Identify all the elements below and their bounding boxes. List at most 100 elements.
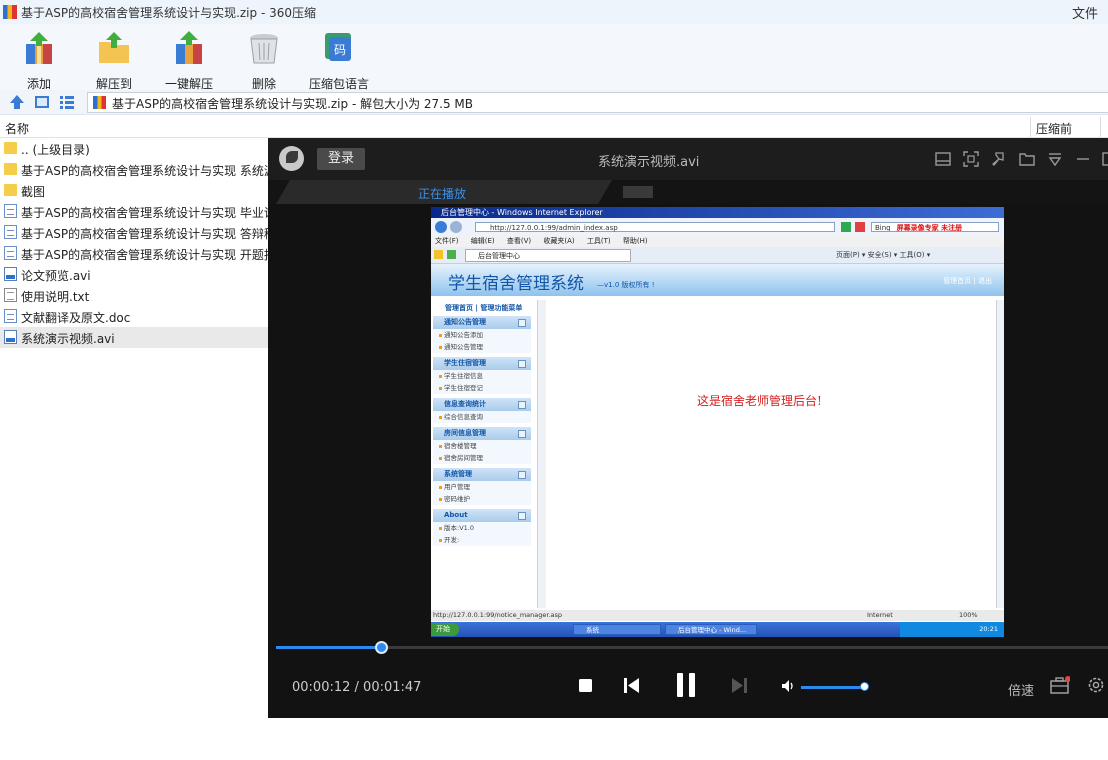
column-compressed[interactable]: 压缩前 [1030,117,1072,137]
menu-group-item: 宿舍房间管理 [433,452,531,464]
previous-button[interactable] [623,677,640,694]
sidebar-scrollbar [537,300,546,608]
view-thumbnail-icon[interactable] [34,94,50,110]
seek-handle[interactable] [374,641,388,654]
stop-button[interactable] [578,678,593,693]
dropdown-menu-icon[interactable] [1046,150,1064,168]
add-archive-icon [26,32,52,64]
menu-group-item: 宿舍楼管理 [433,440,531,452]
player-top-bar: 登录 系统演示视频.avi [268,138,1108,180]
minimize-icon[interactable] [1074,150,1092,168]
menu-group-item: 学生住宿登记 [433,382,531,394]
next-button[interactable] [731,677,748,694]
menu-group: 房间信息管理 宿舍楼管理 宿舍房间管理 [433,427,531,464]
speed-button[interactable]: 倍速 [1008,680,1034,699]
menu-group-item: 版本:V1.0 [433,522,531,534]
video-frame: 后台管理中心 - Windows Internet Explorer http:… [431,207,1004,637]
file-name: 基于ASP的高校宿舍管理系统设计与实现 开题报 [21,248,268,262]
menu-group-item: 综合信息查询 [433,411,531,423]
fullscreen-icon[interactable] [962,150,980,168]
taskbar-item: 系统 [573,624,661,635]
extract-to-button[interactable]: 解压到 [84,28,144,92]
player-logo-icon [279,146,304,171]
forward-icon [450,221,462,233]
system-title: 学生宿舍管理系统 [448,274,584,294]
volume-slider[interactable] [801,682,869,691]
tab-new[interactable] [623,186,653,198]
ie-menu-item: 文件(F) [435,237,459,245]
file-name: 基于ASP的高校宿舍管理系统设计与实现 系统源 [21,164,268,178]
list-item[interactable]: 使用说明.txt [0,285,268,306]
doc-file-icon [4,225,17,239]
list-item[interactable]: 截图 [0,180,268,201]
ie-menu-bar: 文件(F) 编辑(E) 查看(V) 收藏夹(A) 工具(T) 帮助(H) [431,236,1004,247]
taskbar-clock: 20:21 [900,622,1004,637]
file-name: 基于ASP的高校宿舍管理系统设计与实现 答辩稿 [21,227,268,241]
menu-file[interactable]: 文件 [1072,3,1098,22]
system-banner: 学生宿舍管理系统 —v1.0 版权所有 ! 管理首页 | 退出 [431,264,1004,296]
search-engine-label: Bing [875,224,891,232]
list-item[interactable]: 基于ASP的高校宿舍管理系统设计与实现 系统源 [0,159,268,180]
volume-icon[interactable] [781,679,796,693]
stop-icon [855,222,865,232]
ie-tools-menu: 页面(P) ▾ 安全(S) ▾ 工具(O) ▾ [836,251,931,259]
menu-group-item: 用户管理 [433,481,531,493]
status-url: http://127.0.0.1:99/notice_manager.asp [433,611,563,619]
title-bar: 基于ASP的高校宿舍管理系统设计与实现.zip - 360压缩 文件 [0,0,1108,24]
ie-address-row: http://127.0.0.1:99/admin_index.asp Bing… [431,218,1004,236]
menu-group-item: 开发: [433,534,531,546]
settings-gear-icon[interactable] [1087,676,1105,694]
extract-to-icon [99,32,129,63]
delete-button[interactable]: 删除 [234,28,294,92]
toolbar: 添加 解压到 一键解压 删除 码 压缩包语言 [0,24,1108,92]
archive-language-button[interactable]: 码 压缩包语言 [309,28,369,92]
seek-bar[interactable] [276,641,1108,654]
path-field[interactable]: 基于ASP的高校宿舍管理系统设计与实现.zip - 解包大小为 27.5 MB [87,92,1108,113]
doc-file-icon [4,309,17,323]
maximize-icon[interactable] [1100,150,1108,168]
list-item[interactable]: 基于ASP的高校宿舍管理系统设计与实现 答辩稿 [0,222,268,243]
favorites-star-icon [434,250,443,259]
current-time: 00:00:12 [292,680,351,695]
doc-file-icon [4,246,17,260]
archive-language-icon: 码 [325,33,351,61]
column-divider [1100,117,1101,137]
open-folder-icon[interactable] [1018,150,1036,168]
delete-icon [250,34,278,64]
folder-icon [4,184,17,196]
menu-group-item: 通知公告添加 [433,329,531,341]
add-button[interactable]: 添加 [9,28,69,92]
video-player: 登录 系统演示视频.avi 正在播放 后台管理中心 - Windows Inte… [268,138,1108,718]
mini-mode-icon[interactable] [934,150,952,168]
add-favorite-icon [447,250,456,259]
ie-menu-item: 收藏夹(A) [543,237,575,245]
menu-group: 信息查询统计 综合信息查询 [433,398,531,423]
ie-tab: 后台管理中心 [465,249,631,262]
toolbox-icon[interactable] [1050,676,1070,694]
list-item-selected[interactable]: 系统演示视频.avi [0,327,268,348]
tab-now-playing[interactable]: 正在播放 [276,180,612,204]
ie-menu-item: 编辑(E) [470,237,495,245]
video-file-icon [4,330,17,344]
ie-menu-item: 工具(T) [586,237,611,245]
list-item[interactable]: 论文预览.avi [0,264,268,285]
list-item[interactable]: .. (上级目录) [0,138,268,159]
admin-main-frame: 这是宿舍老师管理后台! [549,300,996,608]
player-tab-bar: 正在播放 [268,180,1108,204]
list-item[interactable]: 基于ASP的高校宿舍管理系统设计与实现 毕业论 [0,201,268,222]
welcome-message: 这是宿舍老师管理后台! [697,394,822,408]
video-file-icon [4,267,17,281]
system-version: —v1.0 版权所有 ! [597,281,655,289]
folder-icon [4,163,17,175]
pin-icon[interactable] [990,150,1008,168]
login-button[interactable]: 登录 [317,148,365,170]
one-click-extract-button[interactable]: 一键解压 [159,28,219,92]
up-arrow-icon[interactable] [9,94,25,110]
list-item[interactable]: 基于ASP的高校宿舍管理系统设计与实现 开题报 [0,243,268,264]
pause-button[interactable] [675,672,697,698]
view-list-icon[interactable] [59,94,75,110]
list-item[interactable]: 文献翻译及原文.doc [0,306,268,327]
file-name: .. (上级目录) [21,143,90,157]
column-name[interactable]: 名称 [5,120,29,137]
volume-handle[interactable] [860,682,869,691]
